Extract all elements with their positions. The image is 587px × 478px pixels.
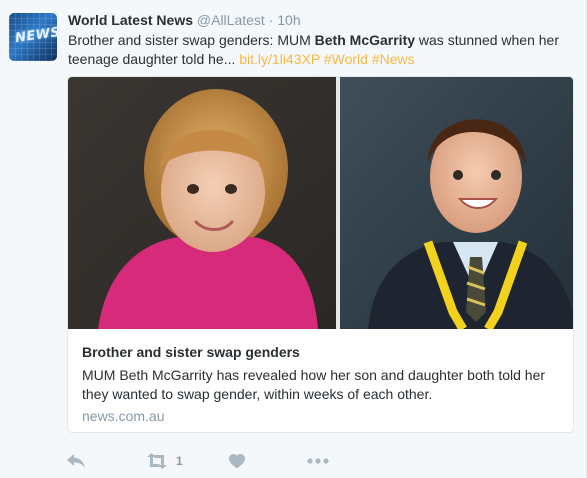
card-photo xyxy=(68,77,573,329)
card-image[interactable] xyxy=(68,77,573,329)
card-domain[interactable]: news.com.au xyxy=(82,408,562,424)
photo-divider xyxy=(336,77,340,329)
tweet-actions: 1 xyxy=(66,451,366,471)
more-icon xyxy=(307,458,329,464)
author-name[interactable]: World Latest News xyxy=(68,12,193,28)
like-button[interactable] xyxy=(229,451,245,471)
tweet-header: World Latest News @AllLatest · 10h xyxy=(68,12,301,28)
tweet-timestamp[interactable]: 10h xyxy=(277,12,300,28)
like-icon xyxy=(229,453,245,468)
reply-icon xyxy=(67,454,85,468)
card-body: Brother and sister swap genders MUM Beth… xyxy=(68,329,573,424)
tweet-text: Brother and sister swap genders: MUM Bet… xyxy=(68,31,580,69)
retweet-button[interactable]: 1 xyxy=(146,451,183,471)
hashtag-world[interactable]: #World xyxy=(324,51,368,67)
tweet-text-bold: Beth McGarrity xyxy=(314,32,416,48)
reply-button[interactable] xyxy=(66,451,86,471)
hashtag-news[interactable]: #News xyxy=(372,51,415,67)
retweet-count: 1 xyxy=(176,454,183,468)
card-description: MUM Beth McGarrity has revealed how her … xyxy=(82,367,546,402)
more-button[interactable] xyxy=(307,451,329,471)
author-handle[interactable]: @AllLatest xyxy=(197,12,265,28)
tweet-link[interactable]: bit.ly/1li43XP xyxy=(239,51,320,67)
card-title[interactable]: Brother and sister swap genders xyxy=(82,343,562,361)
link-card[interactable]: Brother and sister swap genders MUM Beth… xyxy=(67,76,574,433)
tweet[interactable]: NEWS World Latest News @AllLatest · 10h … xyxy=(0,0,587,478)
header-separator: · xyxy=(268,12,274,28)
avatar[interactable]: NEWS xyxy=(9,13,57,61)
tweet-text-prefix: Brother and sister swap genders: MUM xyxy=(68,32,315,48)
retweet-icon xyxy=(147,453,167,469)
